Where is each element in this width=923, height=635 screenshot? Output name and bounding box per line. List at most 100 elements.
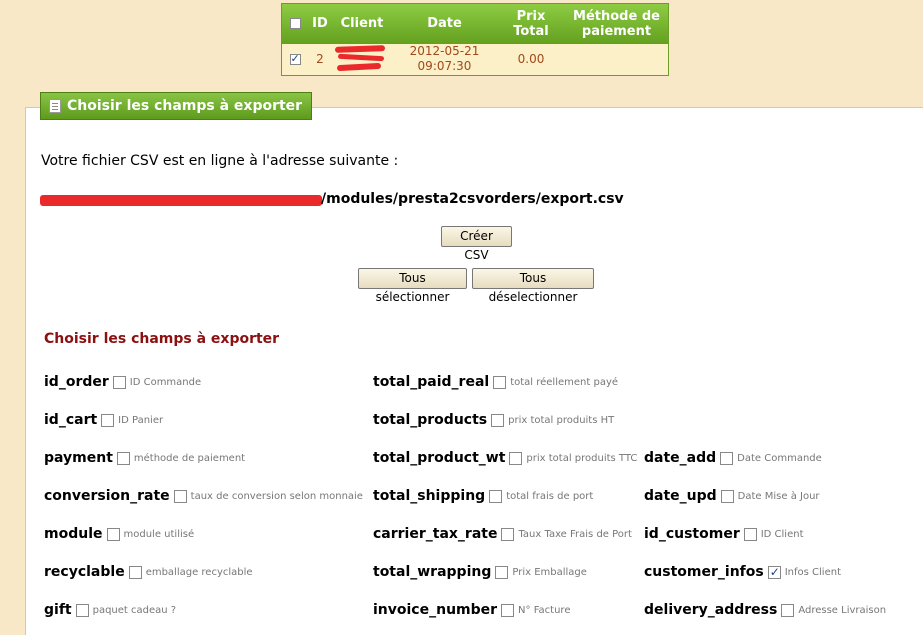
field-description: N° Facture (518, 604, 571, 616)
export-panel (25, 107, 923, 635)
field-description: ID Client (760, 528, 804, 540)
field-id-order[interactable]: id_order ID Commande (44, 374, 201, 390)
field-total-products[interactable]: total_products prix total produits HT (373, 412, 614, 428)
field-id-customer[interactable]: id_customer ID Client (644, 526, 804, 542)
row-select-cell[interactable] (282, 44, 309, 76)
field-checkbox[interactable] (495, 565, 509, 579)
field-description: Infos Client (784, 566, 841, 578)
field-description: Date Mise à Jour (737, 490, 820, 502)
field-date-add[interactable]: date_add Date Commande (644, 450, 822, 466)
field-name: total_product_wt (373, 450, 506, 466)
field-name: payment (44, 450, 113, 466)
field-description: ID Commande (129, 376, 202, 388)
select-all-header[interactable] (282, 4, 309, 44)
row-checkbox[interactable] (289, 52, 301, 66)
field-description: total frais de port (506, 490, 594, 502)
field-total-product-wt[interactable]: total_product_wt prix total produits TTC (373, 450, 637, 466)
field-description: total réellement payé (510, 376, 619, 388)
field-name: id_customer (644, 526, 740, 542)
field-description: emballage recyclable (145, 566, 253, 578)
field-description: méthode de paiement (133, 452, 246, 464)
field-id-cart[interactable]: id_cart ID Panier (44, 412, 163, 428)
field-checkbox[interactable] (720, 489, 734, 503)
field-description: module utilisé (123, 528, 195, 540)
field-checkbox[interactable] (501, 603, 515, 617)
deselect-all-button[interactable]: Tous déselectionner (472, 268, 594, 304)
field-description: prix total produits HT (508, 414, 615, 426)
field-conversion-rate[interactable]: conversion_rate taux de conversion selon … (44, 488, 363, 504)
legend-title: Choisir les champs à exporter (67, 98, 303, 114)
field-checkbox[interactable] (720, 451, 734, 465)
create-csv-button[interactable]: Créer CSV (441, 226, 512, 262)
field-checkbox[interactable] (781, 603, 795, 617)
fields-section-title: Choisir les champs à exporter (44, 331, 280, 347)
field-total-paid-real[interactable]: total_paid_real total réellement payé (373, 374, 618, 390)
field-checkbox[interactable] (101, 413, 115, 427)
row-total: 0.00 (517, 52, 545, 67)
header-prix-total[interactable]: Prix Total (497, 4, 565, 44)
panel-legend: Choisir les champs à exporter (40, 92, 313, 120)
field-name: carrier_tax_rate (373, 526, 498, 542)
field-name: id_cart (44, 412, 98, 428)
field-payment[interactable]: payment méthode de paiement (44, 450, 245, 466)
row-date: 2012-05-21 09:07:30 (409, 44, 480, 74)
field-total-shipping[interactable]: total_shipping total frais de port (373, 488, 593, 504)
field-name: module (44, 526, 103, 542)
field-name: id_order (44, 374, 109, 390)
field-description: prix total produits TTC (526, 452, 638, 464)
field-module[interactable]: module module utilisé (44, 526, 194, 542)
field-description: Adresse Livraison (798, 604, 887, 616)
field-name: recyclable (44, 564, 125, 580)
csv-message: Votre fichier CSV est en ligne à l'adres… (41, 153, 399, 169)
field-checkbox[interactable] (489, 489, 503, 503)
field-checkbox[interactable] (173, 489, 187, 503)
field-gift[interactable]: gift paquet cadeau ? (44, 602, 176, 618)
field-description: ID Panier (118, 414, 164, 426)
field-name: customer_infos (644, 564, 764, 580)
field-checkbox[interactable] (128, 565, 142, 579)
field-name: date_upd (644, 488, 717, 504)
field-name: total_shipping (373, 488, 486, 504)
field-name: total_paid_real (373, 374, 490, 390)
field-date-upd[interactable]: date_upd Date Mise à Jour (644, 488, 820, 504)
field-checkbox[interactable] (106, 527, 120, 541)
field-checkbox[interactable] (493, 375, 507, 389)
field-name: delivery_address (644, 602, 778, 618)
field-name: invoice_number (373, 602, 498, 618)
field-name: total_wrapping (373, 564, 492, 580)
field-total-wrapping[interactable]: total_wrapping Prix Emballage (373, 564, 587, 580)
field-checkbox[interactable] (116, 451, 130, 465)
header-client[interactable]: Client (332, 4, 392, 44)
field-customer-infos[interactable]: customer_infos Infos Client (644, 564, 841, 580)
field-checkbox[interactable] (112, 375, 126, 389)
field-delivery-address[interactable]: delivery_address Adresse Livraison (644, 602, 886, 618)
field-checkbox[interactable] (75, 603, 89, 617)
field-description: Taux Taxe Frais de Port (518, 528, 632, 540)
row-payment-method (565, 44, 669, 76)
field-description: Date Commande (737, 452, 822, 464)
header-date[interactable]: Date (392, 4, 497, 44)
field-checkbox[interactable] (509, 451, 523, 465)
url-redaction (40, 195, 322, 206)
field-checkbox[interactable] (491, 413, 505, 427)
field-name: total_products (373, 412, 488, 428)
field-name: gift (44, 602, 72, 618)
header-id[interactable]: ID (308, 4, 332, 44)
field-checkbox[interactable] (767, 565, 781, 579)
csv-path-link[interactable]: /modules/presta2csvorders/export.csv (321, 191, 624, 207)
orders-header-row: ID Client Date Prix Total Méthode de paiem… (281, 3, 669, 44)
field-description: Prix Emballage (512, 566, 587, 578)
field-name: date_add (644, 450, 717, 466)
field-name: conversion_rate (44, 488, 170, 504)
field-carrier-tax-rate[interactable]: carrier_tax_rate Taux Taxe Frais de Port (373, 526, 632, 542)
field-checkbox[interactable] (501, 527, 515, 541)
field-checkbox[interactable] (743, 527, 757, 541)
field-recyclable[interactable]: recyclable emballage recyclable (44, 564, 253, 580)
select-all-button[interactable]: Tous sélectionner (358, 268, 467, 304)
row-id: 2 (316, 52, 324, 67)
field-invoice-number[interactable]: invoice_number N° Facture (373, 602, 570, 618)
select-all-checkbox[interactable] (289, 18, 301, 30)
header-methode-paiement[interactable]: Méthode de paiement (565, 4, 669, 44)
field-description: taux de conversion selon monnaie (190, 490, 363, 502)
document-icon (49, 99, 61, 113)
